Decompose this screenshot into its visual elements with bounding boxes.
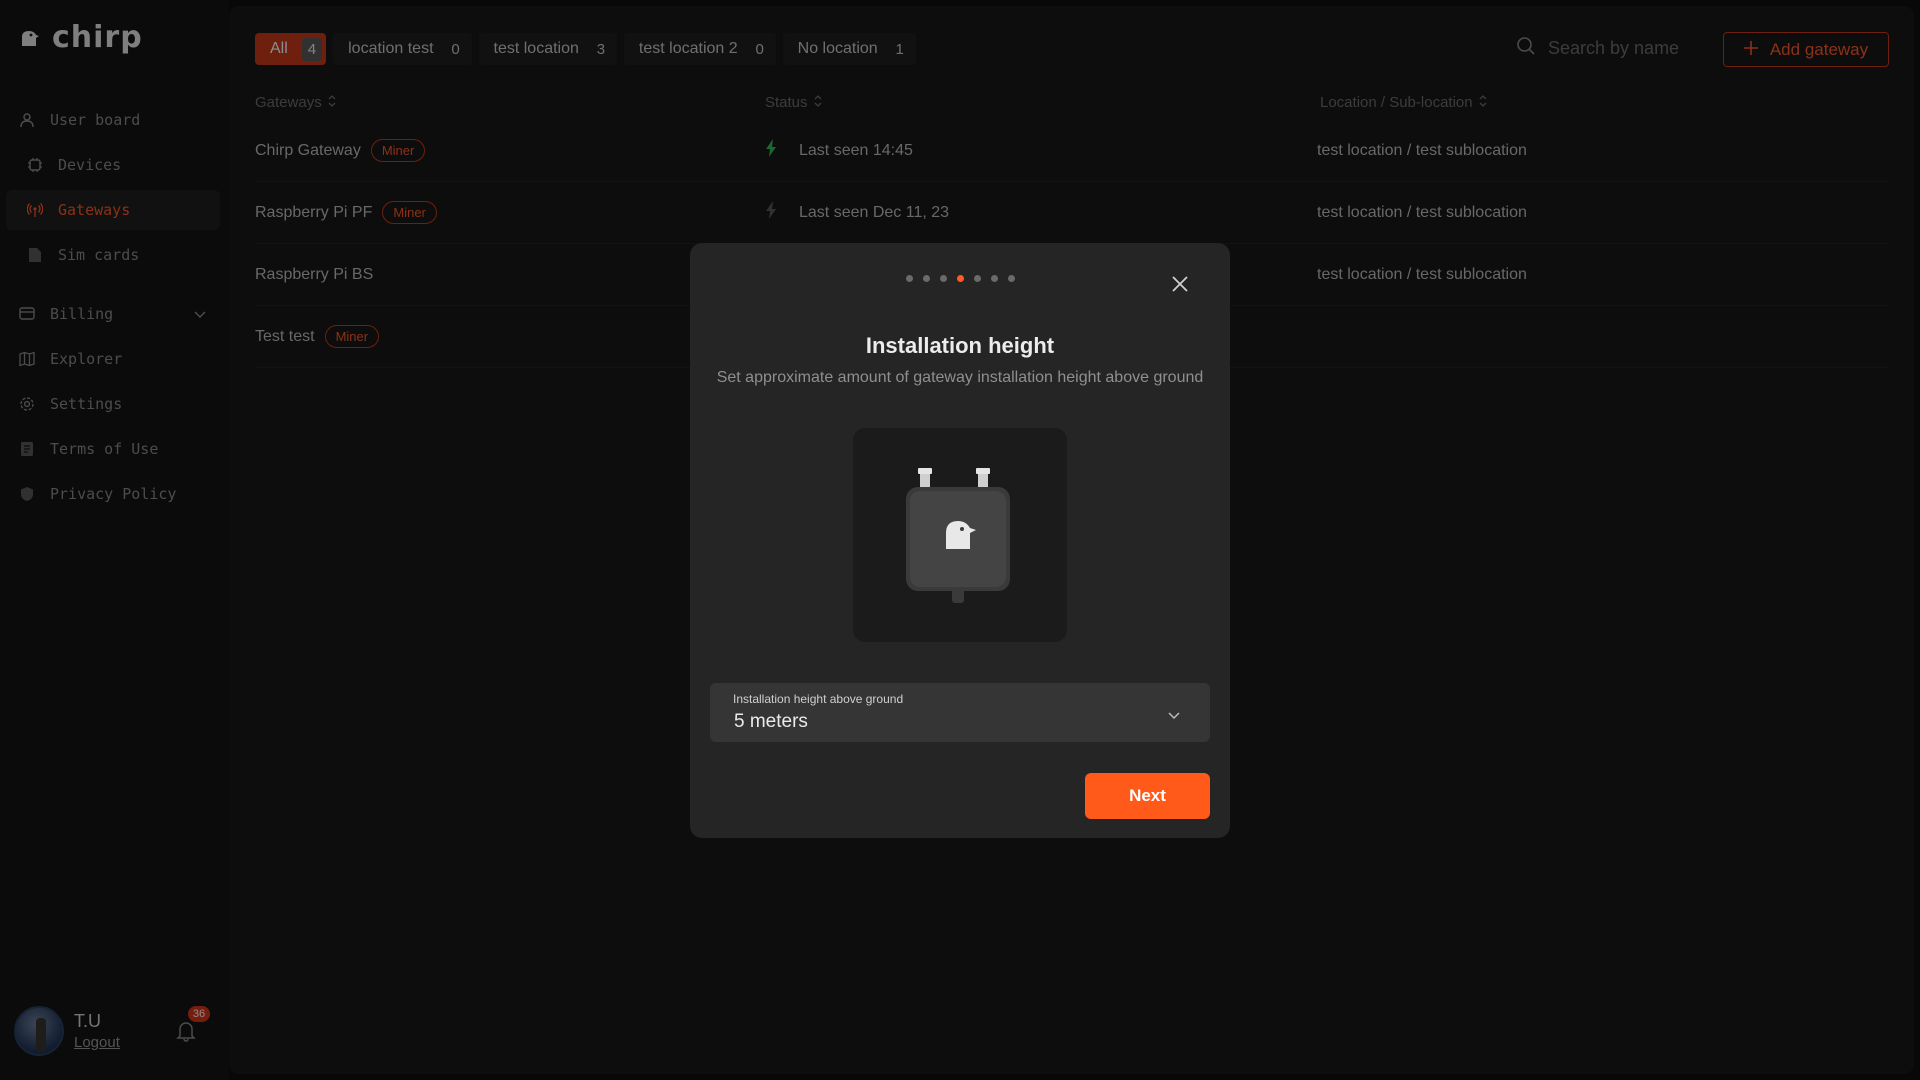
- gateway-device-illustration: [853, 428, 1067, 642]
- installation-height-modal: Installation height Set approximate amou…: [690, 243, 1230, 838]
- step-dot: [905, 275, 913, 282]
- chevron-down-icon: [1168, 707, 1180, 725]
- installation-height-select[interactable]: Installation height above ground 5 meter…: [710, 683, 1210, 742]
- step-dot: [922, 275, 930, 282]
- next-button[interactable]: Next: [1085, 773, 1210, 819]
- modal-subtitle: Set approximate amount of gateway instal…: [716, 369, 1204, 386]
- step-dot: [1007, 275, 1015, 282]
- step-dot: [973, 275, 981, 282]
- step-dot: [990, 275, 998, 282]
- step-indicator: [690, 275, 1230, 282]
- gateway-device-icon: [906, 468, 1010, 603]
- modal-title: Installation height: [865, 333, 1055, 358]
- step-dot-active: [956, 275, 964, 282]
- select-label: Installation height above ground: [733, 692, 904, 706]
- close-icon[interactable]: [1172, 276, 1188, 297]
- select-value: 5 meters: [734, 711, 808, 732]
- step-dot: [939, 275, 947, 282]
